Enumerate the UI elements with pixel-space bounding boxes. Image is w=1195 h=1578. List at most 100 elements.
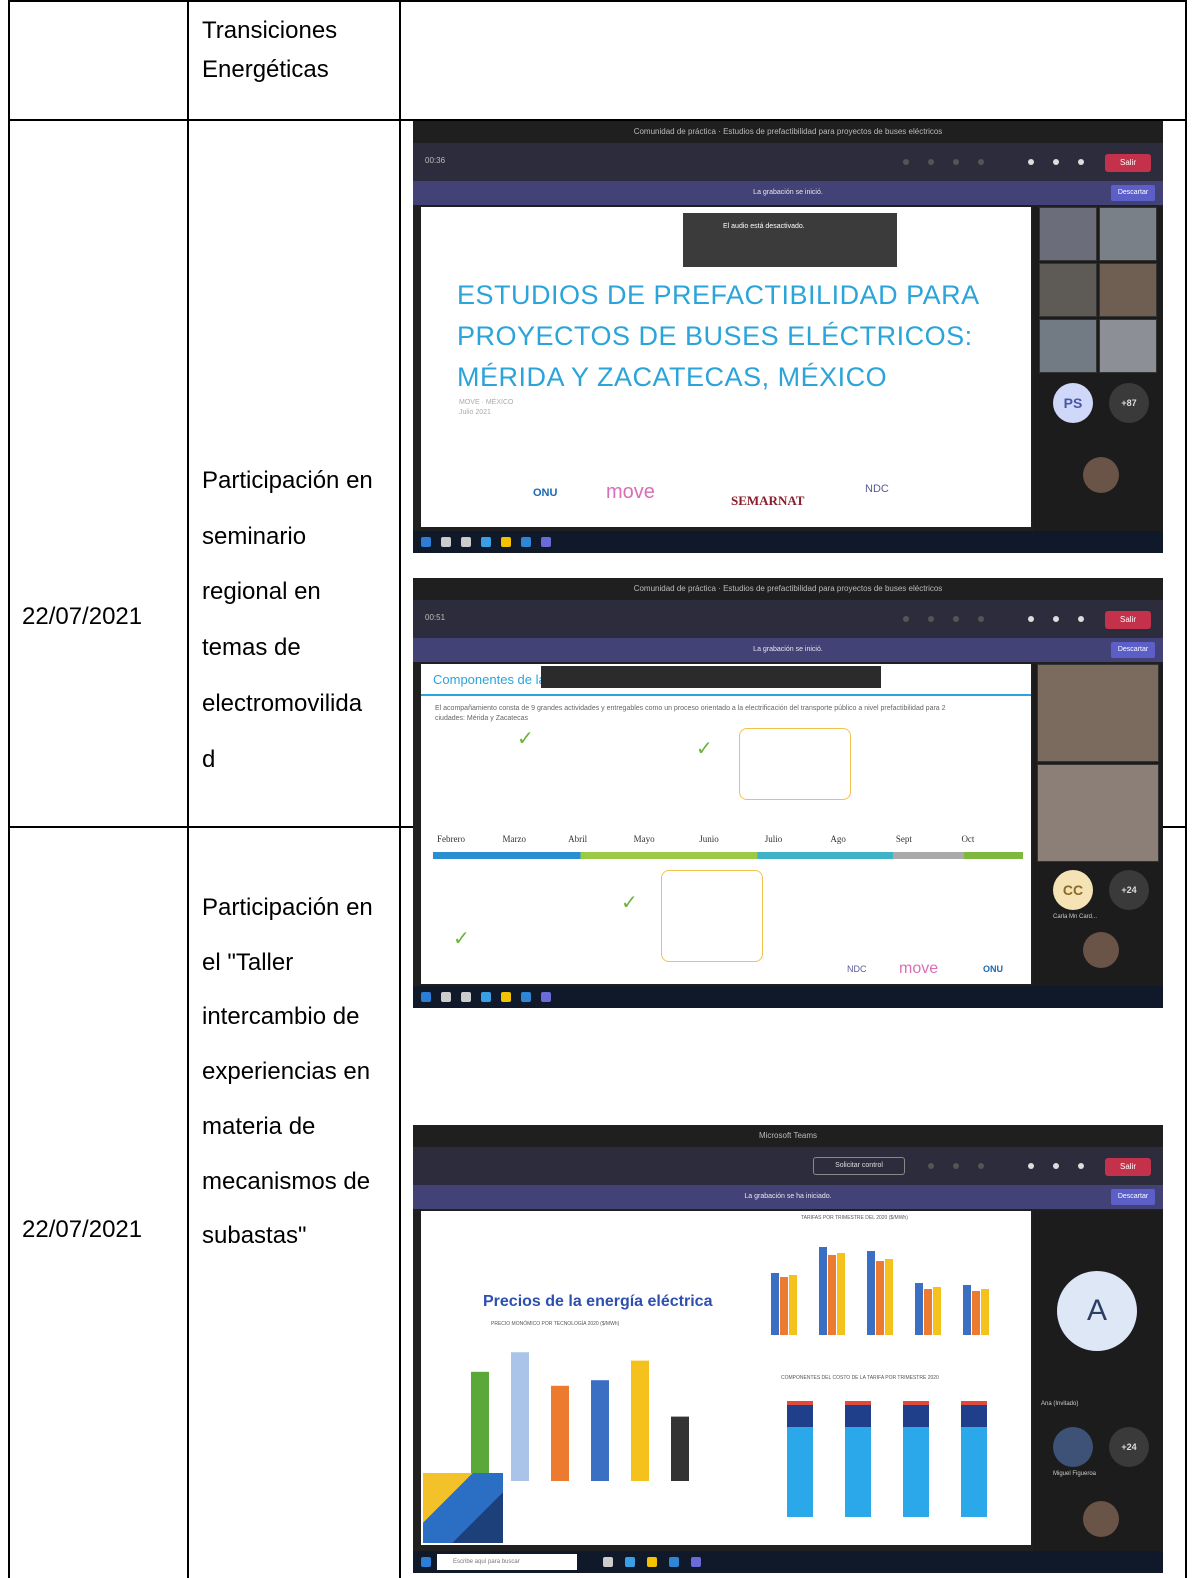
folder-icon[interactable] [501, 537, 511, 547]
camera-icon[interactable] [1028, 159, 1034, 165]
search-icon[interactable] [441, 992, 451, 1002]
taskview-icon[interactable] [461, 992, 471, 1002]
reactions-icon[interactable] [953, 159, 959, 165]
folder-icon[interactable] [501, 992, 511, 1002]
folder-icon[interactable] [647, 1557, 657, 1567]
mic-icon[interactable] [1053, 616, 1059, 622]
taskview-icon[interactable] [603, 1557, 613, 1567]
participant-avatar: A [1057, 1271, 1137, 1351]
participants-icon[interactable] [903, 159, 909, 165]
more-icon[interactable] [978, 616, 984, 622]
start-icon[interactable] [421, 537, 431, 547]
discard-button[interactable]: Descartar [1111, 185, 1155, 201]
mic-icon[interactable] [1053, 159, 1059, 165]
recording-notice: La grabación se inició. [753, 189, 823, 196]
camera-icon[interactable] [1028, 616, 1034, 622]
chat-icon[interactable] [928, 616, 934, 622]
bar [876, 1261, 884, 1335]
teams-icon[interactable] [691, 1557, 701, 1567]
right-top-bar-chart [771, 1247, 989, 1335]
app-icon[interactable] [481, 537, 491, 547]
highlight-box [661, 870, 763, 962]
participant-avatar: PS [1053, 383, 1093, 423]
reactions-icon[interactable] [953, 1163, 959, 1169]
recording-banner: La grabación se inició. Descartar [413, 638, 1163, 662]
more-icon[interactable] [978, 159, 984, 165]
month-label: Abril [568, 834, 588, 844]
bar [819, 1247, 827, 1335]
app-icon[interactable] [669, 1557, 679, 1567]
bar [981, 1289, 989, 1335]
app-icon[interactable] [521, 992, 531, 1002]
slide-title: ESTUDIOS DE PREFACTIBILIDAD PARA PROYECT… [457, 275, 980, 398]
stacked-bar-segment [845, 1401, 871, 1405]
activity-line: materia de [202, 1112, 316, 1140]
activity-line: seminario [202, 522, 307, 550]
self-avatar [1083, 932, 1119, 968]
recording-notice: La grabación se ha iniciado. [744, 1193, 832, 1200]
participant-name: Ana (Invitado) [1041, 1401, 1079, 1407]
bar [915, 1283, 923, 1335]
leave-button[interactable]: Salir [1105, 154, 1151, 172]
app-icon[interactable] [625, 1557, 635, 1567]
overflow-participants[interactable]: +87 [1109, 383, 1149, 423]
slide-subtitle: MOVE · MÉXICO [459, 399, 514, 406]
chat-icon[interactable] [928, 1163, 934, 1169]
window-title: Comunidad de práctica · Estudios de pref… [413, 121, 1163, 143]
participant-name: Carla Mn Card... [1053, 914, 1098, 920]
leave-button[interactable]: Salir [1105, 611, 1151, 629]
recording-notice: La grabación se inició. [753, 646, 823, 653]
share-icon[interactable] [1078, 159, 1084, 165]
month-label: Julio [764, 834, 783, 844]
right-bottom-chart-title: COMPONENTES DEL COSTO DE LA TARIFA POR T… [781, 1375, 939, 1381]
stacked-bar-segment [961, 1405, 987, 1427]
chat-icon[interactable] [928, 159, 934, 165]
overflow-participants[interactable]: +24 [1109, 1427, 1149, 1467]
start-icon[interactable] [421, 1557, 431, 1567]
share-icon[interactable] [1078, 616, 1084, 622]
activity-line: intercambio de [202, 1003, 360, 1031]
activity-cell: Participación en seminario regional en t… [202, 462, 373, 779]
reactions-icon[interactable] [953, 616, 959, 622]
camera-icon[interactable] [1028, 1163, 1034, 1169]
right-bottom-stacked-chart [787, 1401, 987, 1517]
participant2-avatar [1053, 1427, 1093, 1467]
bar [631, 1360, 649, 1481]
stacked-bar-segment [903, 1405, 929, 1427]
participant-video [1099, 263, 1157, 317]
teams-icon[interactable] [541, 537, 551, 547]
self-avatar [1083, 457, 1119, 493]
bar [828, 1255, 836, 1335]
activity-line: electromovilida [202, 689, 363, 717]
overflow-participants[interactable]: +24 [1109, 870, 1149, 910]
participant-video [1039, 319, 1097, 373]
presenter-bar[interactable] [541, 666, 881, 688]
app-icon[interactable] [481, 992, 491, 1002]
app-icon[interactable] [521, 537, 531, 547]
search-icon[interactable] [441, 537, 451, 547]
share-icon[interactable] [1078, 1163, 1084, 1169]
month-label: Febrero [437, 834, 465, 844]
start-icon[interactable] [421, 992, 431, 1002]
discard-button[interactable]: Descartar [1111, 1189, 1155, 1205]
taskview-icon[interactable] [461, 537, 471, 547]
teams-icon[interactable] [541, 992, 551, 1002]
mic-icon[interactable] [1053, 1163, 1059, 1169]
meeting-toolbar: 00:36 Salir [413, 143, 1163, 181]
discard-button[interactable]: Descartar [1111, 642, 1155, 658]
move-logo: move [899, 960, 939, 977]
bar [972, 1291, 980, 1335]
participants-icon[interactable] [903, 616, 909, 622]
teams-screenshot-3: Microsoft Teams Solicitar control Salir … [413, 1125, 1163, 1573]
activity-line: Participación en [202, 467, 373, 494]
taskbar-search-input[interactable]: Escribe aquí para buscar [437, 1554, 577, 1570]
stacked-bar-segment [845, 1405, 871, 1427]
more-icon[interactable] [978, 1163, 984, 1169]
month-label: Sept [895, 834, 912, 844]
leave-button[interactable]: Salir [1105, 1158, 1151, 1176]
request-control-button[interactable]: Solicitar control [813, 1157, 905, 1175]
bar [933, 1287, 941, 1335]
stacked-bar-segment [961, 1427, 987, 1517]
stacked-bar-segment [787, 1427, 813, 1517]
check-icon: ✓ [453, 928, 470, 950]
